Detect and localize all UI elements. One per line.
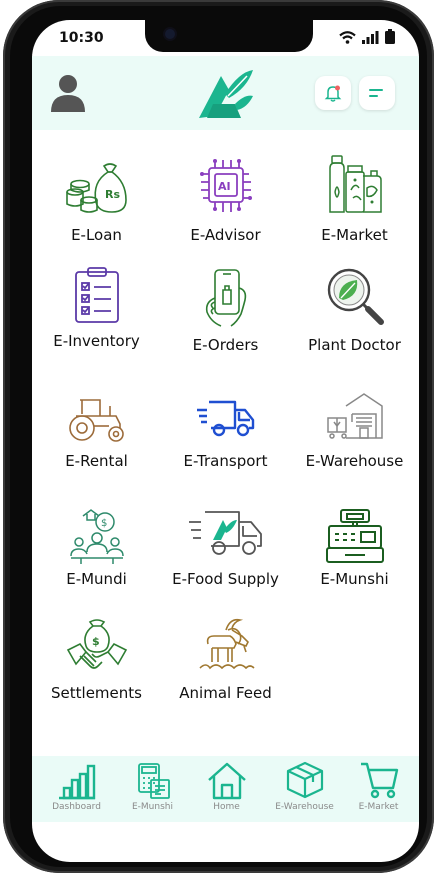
home-icon xyxy=(207,762,246,800)
tile-e-transport[interactable]: E-Transport xyxy=(161,388,290,498)
tile-label: E-Loan xyxy=(71,226,122,244)
battery-icon xyxy=(385,29,395,44)
nav-dashboard[interactable]: Dashboard xyxy=(38,760,115,820)
group-meeting-icon: $ xyxy=(69,509,124,564)
box-icon xyxy=(286,761,323,799)
phone-notch xyxy=(145,20,313,52)
tile-e-food-supply[interactable]: E-Food Supply xyxy=(161,502,290,612)
phone-in-hand-icon xyxy=(205,269,246,327)
tile-label: E-Transport xyxy=(183,452,268,470)
nav-home[interactable]: Home xyxy=(188,760,265,820)
svg-text:Rs: Rs xyxy=(105,188,120,201)
tractor-icon xyxy=(68,399,124,442)
tile-e-advisor[interactable]: AI E-Advisor xyxy=(161,152,290,262)
user-avatar-icon[interactable] xyxy=(50,74,86,112)
nav-label: E-Market xyxy=(358,802,399,812)
tile-label: E-Inventory xyxy=(53,332,140,350)
tile-plant-doctor[interactable]: Plant Doctor xyxy=(290,264,419,374)
nav-label: E-Warehouse xyxy=(275,802,334,812)
svg-text:$: $ xyxy=(92,635,100,648)
leaf-magnifier-icon xyxy=(327,268,384,325)
tile-e-inventory[interactable]: E-Inventory xyxy=(32,264,161,374)
tile-e-orders[interactable]: E-Orders xyxy=(161,264,290,374)
status-time: 10:30 xyxy=(59,30,104,46)
app-header xyxy=(32,56,419,130)
tile-label: E-Food Supply xyxy=(172,570,279,588)
nav-label: Home xyxy=(213,802,240,812)
phone-bezel: 10:30 Rs E-Loan AI E-Advisor E-Market E-… xyxy=(10,6,427,867)
tile-label: Settlements xyxy=(51,684,142,702)
nav-label: E-Munshi xyxy=(131,802,173,812)
phone-frame: 10:30 Rs E-Loan AI E-Advisor E-Market E-… xyxy=(3,0,434,873)
tile-label: E-Advisor xyxy=(190,226,261,244)
tile-label: E-Munshi xyxy=(320,570,389,588)
status-icons xyxy=(339,29,395,44)
tile-label: Plant Doctor xyxy=(308,336,401,354)
goat-icon xyxy=(198,618,255,670)
nav-e-market[interactable]: E-Market xyxy=(340,760,417,820)
app-screen: 10:30 Rs E-Loan AI E-Advisor E-Market E-… xyxy=(32,20,419,862)
tile-label: E-Orders xyxy=(192,336,259,354)
bar-chart-icon xyxy=(58,764,95,800)
nav-e-warehouse[interactable]: E-Warehouse xyxy=(266,760,343,820)
tile-e-warehouse[interactable]: E-Warehouse xyxy=(290,388,419,498)
nav-e-munshi[interactable]: E-Munshi xyxy=(114,760,191,820)
bottom-navigation: Dashboard E-Munshi Home E-Warehouse E-Ma… xyxy=(32,756,419,822)
ai-chip-icon: AI xyxy=(199,159,252,212)
svg-text:$: $ xyxy=(101,518,107,529)
fertilizer-products-icon xyxy=(328,155,382,213)
calculator-doc-icon xyxy=(137,763,170,799)
tile-label: E-Mundi xyxy=(66,570,127,588)
signal-icon xyxy=(362,31,379,44)
tile-label: E-Market xyxy=(321,226,388,244)
food-truck-icon xyxy=(188,511,262,555)
nav-label: Dashboard xyxy=(52,802,101,812)
cash-register-icon xyxy=(325,509,384,563)
bell-icon xyxy=(324,85,342,102)
menu-icon xyxy=(369,89,383,97)
delivery-truck-icon xyxy=(196,400,254,437)
tile-e-mundi[interactable]: $ E-Mundi xyxy=(32,502,161,612)
tile-animal-feed[interactable]: Animal Feed xyxy=(161,614,290,724)
svg-text:AI: AI xyxy=(218,180,231,193)
app-logo xyxy=(199,70,253,118)
tile-label: Animal Feed xyxy=(179,684,272,702)
tile-e-munshi[interactable]: E-Munshi xyxy=(290,502,419,612)
tile-e-loan[interactable]: Rs E-Loan xyxy=(32,152,161,262)
tile-e-market[interactable]: E-Market xyxy=(290,152,419,262)
notification-button[interactable] xyxy=(315,76,351,110)
cart-icon xyxy=(360,762,398,799)
clipboard-checklist-icon xyxy=(74,267,119,323)
menu-button[interactable] xyxy=(359,76,395,110)
wifi-icon xyxy=(339,31,356,44)
front-camera xyxy=(165,29,175,39)
tile-settlements[interactable]: $ Settlements xyxy=(32,614,161,724)
handshake-icon: $ xyxy=(66,619,127,669)
tile-label: E-Rental xyxy=(65,452,128,470)
tile-e-rental[interactable]: E-Rental xyxy=(32,388,161,498)
money-bag-icon: Rs xyxy=(65,163,127,213)
tile-label: E-Warehouse xyxy=(305,452,404,470)
warehouse-icon xyxy=(326,393,383,439)
